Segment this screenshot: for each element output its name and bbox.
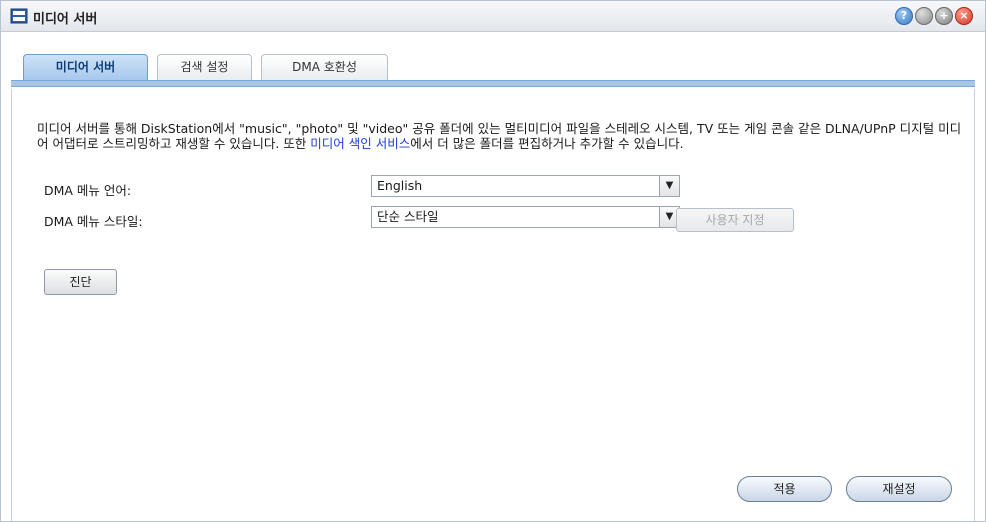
- dma-menu-style-label: DMA 메뉴 스타일:: [44, 214, 143, 229]
- tab-strip: 미디어 서버 검색 설정 DMA 호환성: [1, 32, 985, 89]
- chevron-down-icon[interactable]: ▼: [659, 176, 679, 196]
- title-bar[interactable]: 미디어 서버 ? + ×: [1, 1, 985, 32]
- dma-menu-style-select[interactable]: 단순 스타일 ▼: [371, 206, 680, 228]
- diagnose-button[interactable]: 진단: [44, 269, 117, 295]
- dma-menu-language-value: English: [377, 178, 423, 193]
- tab-search-settings[interactable]: 검색 설정: [157, 54, 252, 80]
- tab-dma-compatibility[interactable]: DMA 호환성: [261, 54, 388, 80]
- help-icon[interactable]: ?: [895, 7, 913, 25]
- close-icon[interactable]: ×: [955, 7, 973, 25]
- description-part-2: 에서 더 많은 폴더를 편집하거나 추가할 수 있습니다.: [410, 136, 684, 151]
- customize-button[interactable]: 사용자 지정: [676, 208, 794, 232]
- tab-media-server[interactable]: 미디어 서버: [23, 54, 148, 80]
- media-index-service-link[interactable]: 미디어 색인 서비스: [310, 136, 410, 151]
- tab-divider: [11, 80, 975, 87]
- dma-menu-language-label: DMA 메뉴 언어:: [44, 183, 132, 198]
- media-server-icon: [10, 8, 28, 24]
- dma-menu-language-select[interactable]: English ▼: [371, 175, 680, 197]
- dma-menu-style-value: 단순 스타일: [377, 209, 439, 224]
- media-server-window: 미디어 서버 ? + × 미디어 서버 검색 설정 DMA 호환성 미디어 서버…: [0, 0, 986, 522]
- description-text: 미디어 서버를 통해 DiskStation에서 "music", "photo…: [37, 121, 967, 151]
- reset-button[interactable]: 재설정: [846, 476, 952, 502]
- content-panel: 미디어 서버를 통해 DiskStation에서 "music", "photo…: [11, 89, 975, 521]
- minimize-icon[interactable]: [915, 7, 933, 25]
- window-title: 미디어 서버: [33, 12, 98, 27]
- maximize-icon[interactable]: +: [935, 7, 953, 25]
- apply-button[interactable]: 적용: [737, 476, 832, 502]
